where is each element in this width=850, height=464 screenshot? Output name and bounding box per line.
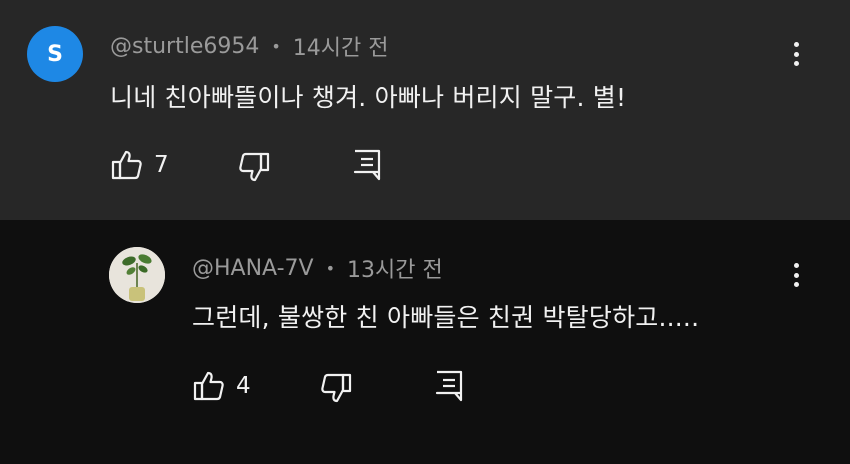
thumb-up-icon bbox=[193, 371, 224, 401]
author-name[interactable]: @sturtle6954 bbox=[110, 34, 259, 59]
reply-thread: @HANA-7V • 13시간 전 그런데, 불쌍한 친 아빠들은 친권 박탈당… bbox=[0, 220, 850, 464]
comment-thread: S @sturtle6954 • 14시간 전 니네 친아빠뜰이나 챙겨. 아빠… bbox=[0, 0, 850, 220]
thumb-down-icon bbox=[239, 152, 270, 182]
avatar[interactable]: S bbox=[27, 26, 83, 82]
comment-time[interactable]: 14시간 전 bbox=[293, 30, 389, 62]
dislike-button[interactable] bbox=[237, 150, 271, 184]
meta-separator: • bbox=[271, 36, 281, 56]
comment-meta: @sturtle6954 • 14시간 전 bbox=[110, 30, 389, 62]
comment-text: 그런데, 불쌍한 친 아빠들은 친권 박탈당하고..... bbox=[192, 303, 700, 332]
meta-separator: • bbox=[325, 258, 336, 278]
reply-button[interactable] bbox=[434, 369, 464, 403]
avatar-letter: S bbox=[47, 41, 63, 67]
comment-meta: @HANA-7V • 13시간 전 bbox=[192, 252, 443, 284]
author-name[interactable]: @HANA-7V bbox=[192, 256, 314, 281]
comment-time[interactable]: 13시간 전 bbox=[347, 252, 443, 284]
reply-icon bbox=[435, 370, 463, 402]
like-button[interactable]: 4 bbox=[192, 369, 251, 403]
dislike-button[interactable] bbox=[319, 371, 353, 405]
like-button[interactable]: 7 bbox=[110, 148, 169, 182]
thumb-up-icon bbox=[111, 150, 142, 180]
more-vert-icon[interactable] bbox=[784, 36, 808, 72]
more-vert-icon[interactable] bbox=[784, 257, 808, 293]
reply-icon bbox=[353, 149, 381, 181]
thumb-down-icon bbox=[321, 373, 352, 403]
reply-button[interactable] bbox=[352, 148, 382, 182]
avatar[interactable] bbox=[109, 247, 165, 303]
plant-photo-icon bbox=[109, 247, 165, 303]
like-count: 7 bbox=[154, 152, 169, 178]
like-count: 4 bbox=[236, 373, 251, 399]
comment-text: 니네 친아빠뜰이나 챙겨. 아빠나 버리지 말구. 별! bbox=[110, 83, 627, 112]
